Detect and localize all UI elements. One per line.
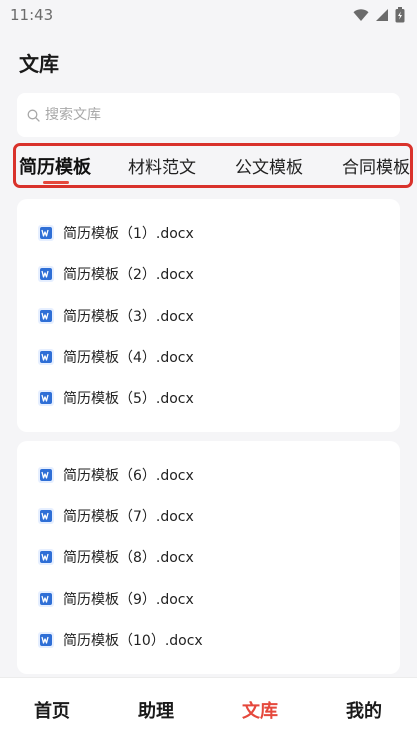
search-icon — [27, 109, 40, 122]
word-doc-icon — [37, 265, 55, 283]
search-box[interactable] — [17, 93, 400, 137]
word-doc-icon — [37, 548, 55, 566]
nav-home[interactable]: 首页 — [18, 678, 86, 741]
wifi-icon — [353, 8, 369, 22]
file-item[interactable]: 简历模板（9）.docx — [37, 587, 194, 611]
file-name: 简历模板（4）.docx — [63, 350, 194, 366]
word-doc-icon — [37, 507, 55, 525]
file-item[interactable]: 简历模板（3）.docx — [37, 304, 194, 328]
word-doc-icon — [37, 631, 55, 649]
file-item[interactable]: 简历模板（10）.docx — [37, 628, 203, 652]
file-name: 简历模板（10）.docx — [63, 633, 203, 649]
file-item[interactable]: 简历模板（8）.docx — [37, 545, 194, 569]
battery-icon — [395, 7, 405, 23]
nav-library[interactable]: 文库 — [226, 678, 294, 741]
file-item[interactable]: 简历模板（2）.docx — [37, 262, 194, 286]
file-name: 简历模板（5）.docx — [63, 391, 194, 407]
file-name: 简历模板（2）.docx — [63, 267, 194, 283]
file-name: 简历模板（3）.docx — [63, 309, 194, 325]
status-icons — [353, 7, 405, 23]
nav-assistant[interactable]: 助理 — [122, 678, 190, 741]
word-doc-icon — [37, 348, 55, 366]
file-name: 简历模板（9）.docx — [63, 592, 194, 608]
bottom-nav: 首页 助理 文库 我的 — [0, 677, 417, 741]
page-title: 文库 — [19, 52, 59, 76]
file-name: 简历模板（7）.docx — [63, 509, 194, 525]
tab-contract-templates[interactable]: 合同模板 — [342, 146, 410, 185]
tab-official-document-templates[interactable]: 公文模板 — [235, 146, 303, 185]
word-doc-icon — [37, 466, 55, 484]
word-doc-icon — [37, 389, 55, 407]
tab-resume-templates[interactable]: 简历模板 — [19, 146, 91, 185]
file-item[interactable]: 简历模板（6）.docx — [37, 463, 194, 487]
file-list-card: 简历模板（6）.docx 简历模板（7）.docx 简历模板（8）.docx 简… — [17, 441, 400, 674]
status-bar: 11:43 — [0, 0, 417, 30]
status-time: 11:43 — [10, 6, 54, 24]
word-doc-icon — [37, 307, 55, 325]
file-name: 简历模板（1）.docx — [63, 226, 194, 242]
file-name: 简历模板（6）.docx — [63, 468, 194, 484]
word-doc-icon — [37, 224, 55, 242]
file-name: 简历模板（8）.docx — [63, 550, 194, 566]
nav-mine[interactable]: 我的 — [330, 678, 398, 741]
tab-material-samples[interactable]: 材料范文 — [128, 146, 196, 185]
search-input[interactable] — [45, 107, 375, 123]
category-tabs: 简历模板 材料范文 公文模板 合同模板 — [13, 143, 413, 188]
file-list-card: 简历模板（1）.docx 简历模板（2）.docx 简历模板（3）.docx 简… — [17, 199, 400, 432]
file-item[interactable]: 简历模板（4）.docx — [37, 345, 194, 369]
file-item[interactable]: 简历模板（7）.docx — [37, 504, 194, 528]
active-tab-indicator — [43, 181, 69, 184]
cellular-signal-icon — [375, 8, 389, 22]
file-item[interactable]: 简历模板（5）.docx — [37, 386, 194, 410]
file-item[interactable]: 简历模板（1）.docx — [37, 221, 194, 245]
word-doc-icon — [37, 590, 55, 608]
